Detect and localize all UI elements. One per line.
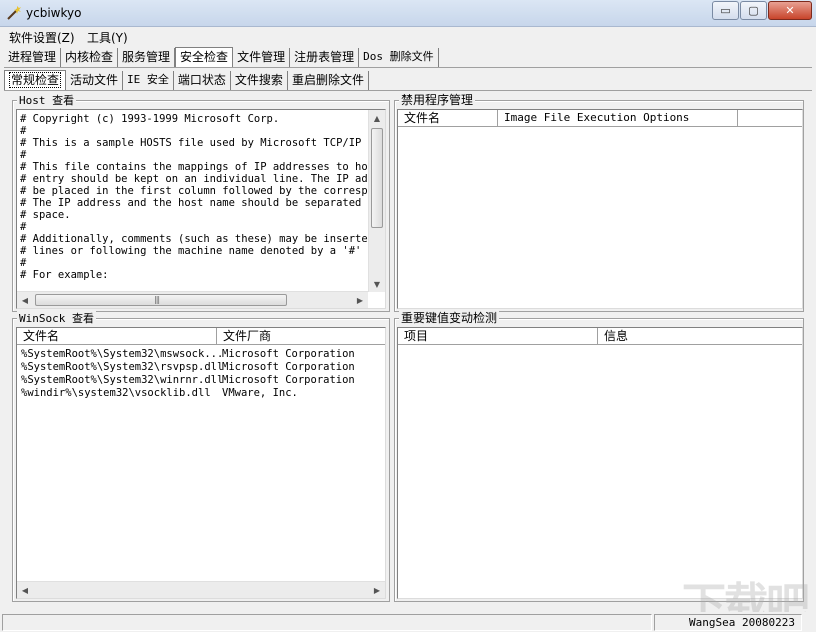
- hosts-line: # be placed in the first column followed…: [20, 185, 386, 197]
- grip-icon: |||: [154, 295, 160, 304]
- table-row-vendor[interactable]: Microsoft Corporation: [222, 374, 355, 387]
- hosts-group: Host 查看 # Copyright (c) 1993-1999 Micros…: [12, 93, 390, 312]
- disabled-programs-group: 禁用程序管理 文件名 Image File Execution Options: [394, 93, 804, 312]
- status-text: WangSea 20080223: [689, 616, 795, 629]
- disabled-programs-list[interactable]: 文件名 Image File Execution Options: [397, 109, 803, 309]
- hosts-line: #: [20, 125, 27, 137]
- scroll-left-icon[interactable]: ◀: [17, 582, 33, 598]
- hosts-vscrollbar[interactable]: ▲ ▼: [368, 110, 385, 292]
- status-cell-main: [2, 614, 652, 631]
- table-row-file[interactable]: %SystemRoot%\System32\winrnr.dll: [21, 374, 223, 387]
- minimize-button[interactable]: ▭: [712, 1, 739, 20]
- title-bar: ycbiwkyo ▭ ▢ ✕: [0, 0, 816, 27]
- hosts-line: #: [20, 221, 27, 233]
- tab-process[interactable]: 进程管理: [4, 48, 62, 67]
- hosts-content: # Copyright (c) 1993-1999 Microsoft Corp…: [20, 113, 386, 281]
- hosts-textarea[interactable]: # Copyright (c) 1993-1999 Microsoft Corp…: [16, 109, 386, 309]
- hosts-group-title: Host 查看: [17, 93, 77, 108]
- winsock-group: WinSock 查看 文件名 文件厂商 %SystemRoot%\System3…: [12, 311, 390, 602]
- table-row-file[interactable]: %windir%\system32\vsocklib.dll: [21, 387, 211, 400]
- hosts-hscrollbar[interactable]: ◀ ||| ▶: [17, 291, 368, 308]
- subtab-general[interactable]: 常规检查: [4, 70, 67, 91]
- winsock-list[interactable]: 文件名 文件厂商 %SystemRoot%\System32\mswsock..…: [16, 327, 386, 599]
- tab-services[interactable]: 服务管理: [118, 48, 176, 67]
- registry-group-title: 重要键值变动检测: [399, 311, 500, 325]
- close-button[interactable]: ✕: [768, 1, 812, 20]
- hosts-line: #: [20, 257, 27, 269]
- main-tab-strip: 进程管理 内核检查 服务管理 安全检查 文件管理 注册表管理 Dos 删除文件: [4, 47, 439, 68]
- tab-files[interactable]: 文件管理: [233, 48, 291, 67]
- table-row-file[interactable]: %SystemRoot%\System32\mswsock...: [21, 348, 223, 361]
- column-header-ifeo[interactable]: Image File Execution Options: [498, 110, 738, 127]
- subtab-ie-security[interactable]: IE 安全: [123, 71, 174, 90]
- hosts-line: # The IP address and the host name shoul…: [20, 197, 381, 209]
- close-icon: ✕: [785, 4, 795, 17]
- hosts-line: # space.: [20, 209, 71, 221]
- column-header-blank: [738, 110, 802, 127]
- main-tab-divider: [4, 67, 812, 68]
- scroll-left-icon[interactable]: ◀: [17, 292, 33, 308]
- scroll-up-icon[interactable]: ▲: [369, 110, 385, 126]
- hosts-line: # Copyright (c) 1993-1999 Microsoft Corp…: [20, 113, 280, 125]
- subtab-active-files[interactable]: 活动文件: [66, 71, 124, 90]
- menu-tools[interactable]: 工具(Y): [87, 29, 128, 46]
- hosts-line: # This is a sample HOSTS file used by Mi…: [20, 137, 386, 149]
- column-header-filename[interactable]: 文件名: [398, 110, 498, 127]
- subtab-reboot-delete[interactable]: 重启删除文件: [288, 71, 369, 90]
- sub-tab-strip: 常规检查 活动文件 IE 安全 端口状态 文件搜索 重启删除文件: [4, 70, 369, 91]
- table-row-file[interactable]: %SystemRoot%\System32\rsvpsp.dll: [21, 361, 223, 374]
- minimize-icon: ▭: [720, 4, 731, 17]
- column-header-info[interactable]: 信息: [598, 328, 802, 345]
- column-header-vendor[interactable]: 文件厂商: [217, 328, 385, 345]
- status-bar: WangSea 20080223: [0, 612, 816, 632]
- subtab-file-search[interactable]: 文件搜索: [231, 71, 288, 90]
- maximize-button[interactable]: ▢: [740, 1, 767, 20]
- scroll-right-icon[interactable]: ▶: [369, 582, 385, 598]
- status-cell-version: WangSea 20080223: [654, 614, 802, 631]
- scroll-down-icon[interactable]: ▼: [369, 276, 385, 292]
- table-row-vendor[interactable]: Microsoft Corporation: [222, 348, 355, 361]
- sub-tab-divider: [4, 90, 812, 91]
- hosts-line: # entry should be kept on an individual …: [20, 173, 386, 185]
- hosts-line: # Additionally, comments (such as these)…: [20, 233, 386, 245]
- winsock-group-title: WinSock 查看: [17, 311, 96, 326]
- hosts-line: # This file contains the mappings of IP …: [20, 161, 381, 173]
- hosts-line: # For example:: [20, 269, 109, 281]
- table-row-vendor[interactable]: Microsoft Corporation: [222, 361, 355, 374]
- menu-settings[interactable]: 软件设置(Z): [9, 29, 75, 46]
- registry-group: 重要键值变动检测 项目 信息: [394, 311, 804, 602]
- maximize-icon: ▢: [748, 4, 759, 17]
- hosts-line: # lines or following the machine name de…: [20, 245, 386, 257]
- registry-list[interactable]: 项目 信息: [397, 327, 803, 599]
- column-header-filename[interactable]: 文件名: [17, 328, 217, 345]
- winsock-hscrollbar[interactable]: ◀ ▶: [17, 581, 385, 598]
- tab-registry[interactable]: 注册表管理: [290, 48, 360, 67]
- hosts-hscroll-thumb[interactable]: |||: [35, 294, 287, 306]
- subtab-port-status[interactable]: 端口状态: [174, 71, 231, 90]
- table-row-vendor[interactable]: VMware, Inc.: [222, 387, 298, 400]
- wand-icon: [7, 6, 21, 20]
- column-header-item[interactable]: 项目: [398, 328, 598, 345]
- subtab-general-label: 常规检查: [9, 72, 62, 88]
- hosts-vscroll-thumb[interactable]: [371, 128, 383, 228]
- hosts-line: #: [20, 149, 27, 161]
- window-title: ycbiwkyo: [26, 6, 82, 20]
- tab-dos-delete[interactable]: Dos 删除文件: [359, 48, 439, 67]
- tab-security[interactable]: 安全检查: [175, 47, 234, 68]
- scroll-right-icon[interactable]: ▶: [352, 292, 368, 308]
- menu-bar: 软件设置(Z) 工具(Y): [0, 27, 816, 46]
- disabled-programs-title: 禁用程序管理: [399, 93, 476, 107]
- tab-kernel[interactable]: 内核检查: [61, 48, 119, 67]
